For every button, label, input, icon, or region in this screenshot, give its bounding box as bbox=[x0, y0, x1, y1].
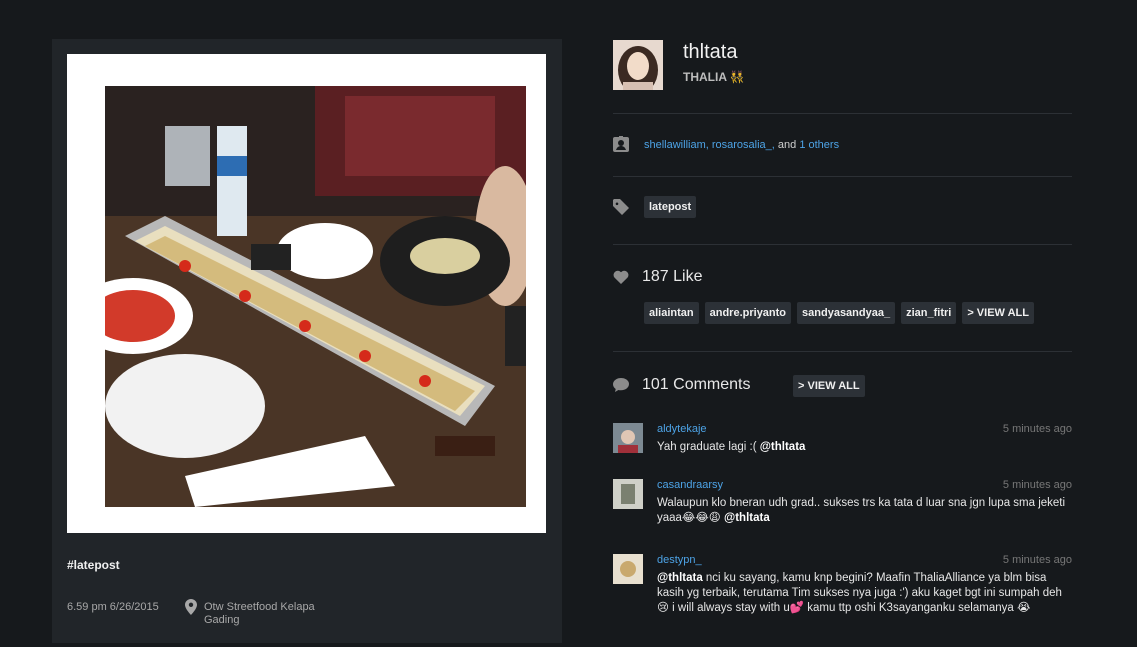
liker-chip[interactable]: zian_fitri bbox=[901, 302, 957, 324]
profile-fullname: THALIA 👯 bbox=[683, 70, 745, 84]
comment-time: 5 minutes ago bbox=[1002, 554, 1072, 566]
liker-chip[interactable]: aliaintan bbox=[644, 302, 699, 324]
comment-avatar-image bbox=[613, 479, 643, 509]
post-location[interactable]: Otw Streetfood Kelapa Gading bbox=[204, 601, 344, 627]
likes-view-all-button[interactable]: > VIEW ALL bbox=[962, 302, 1034, 324]
comment-body: nci ku sayang, kamu knp begini? Maafin T… bbox=[657, 572, 1062, 614]
comment-item: destypn_ 5 minutes ago @thltata nci ku s… bbox=[613, 554, 1072, 644]
person-badge-icon bbox=[613, 136, 629, 152]
tagged-user-link[interactable]: shellawilliam, bbox=[644, 139, 709, 151]
comments-view-all: > VIEW ALL bbox=[793, 375, 871, 397]
comment-body: Walaupun klo bneran udh grad.. sukses tr… bbox=[657, 497, 1066, 524]
heart-icon bbox=[613, 270, 629, 284]
tagged-user-link[interactable]: rosarosalia_, bbox=[712, 139, 775, 151]
comment-mention[interactable]: @thltata bbox=[657, 572, 703, 584]
post-details: thltata THALIA 👯 shellawilliam, rosarosa… bbox=[613, 0, 1072, 647]
post-panel: #latepost 6.59 pm 6/26/2015 Otw Streetfo… bbox=[52, 39, 562, 643]
likes-count: 187 Like bbox=[642, 268, 703, 285]
comment-time: 5 minutes ago bbox=[1002, 479, 1072, 491]
likers-list: aliaintan andre.priyanto sandyasandyaa_ zia… bbox=[644, 302, 1040, 324]
divider bbox=[613, 244, 1072, 245]
comment-text: Yah graduate lagi :( @thltata bbox=[657, 440, 1067, 455]
tag-icon bbox=[613, 199, 629, 215]
comment-username[interactable]: casandraarsy bbox=[657, 479, 723, 491]
comment-item: casandraarsy 5 minutes ago Walaupun klo … bbox=[613, 479, 1072, 539]
comment-avatar[interactable] bbox=[613, 554, 643, 584]
comment-avatar[interactable] bbox=[613, 423, 643, 453]
profile-username[interactable]: thltata bbox=[683, 41, 737, 64]
post-caption: #latepost bbox=[67, 558, 120, 572]
comment-avatar-image bbox=[613, 554, 643, 584]
liker-chip[interactable]: sandyasandyaa_ bbox=[797, 302, 896, 324]
comment-text: Walaupun klo bneran udh grad.. sukses tr… bbox=[657, 496, 1067, 526]
comments-view-all-button[interactable]: > VIEW ALL bbox=[793, 375, 865, 397]
comment-username[interactable]: destypn_ bbox=[657, 554, 702, 566]
comment-body: Yah graduate lagi :( bbox=[657, 441, 760, 453]
tagged-and: and bbox=[777, 139, 797, 151]
post-time: 6.59 pm 6/26/2015 bbox=[67, 601, 159, 613]
divider bbox=[613, 176, 1072, 177]
comment-avatar-image bbox=[613, 423, 643, 453]
comment-text: @thltata nci ku sayang, kamu knp begini?… bbox=[657, 571, 1067, 616]
hashtag-chip[interactable]: latepost bbox=[644, 196, 697, 218]
speech-bubble-icon bbox=[613, 378, 629, 392]
tagged-others-link[interactable]: 1 others bbox=[799, 139, 839, 151]
comment-time: 5 minutes ago bbox=[1002, 423, 1072, 435]
avatar-image bbox=[613, 40, 663, 90]
comment-mention[interactable]: @thltata bbox=[724, 512, 770, 524]
post-photo-illustration bbox=[105, 86, 526, 507]
hashtags: latepost bbox=[644, 196, 702, 218]
post-photo[interactable] bbox=[105, 86, 526, 507]
divider bbox=[613, 351, 1072, 352]
location-pin-icon bbox=[185, 599, 197, 615]
photo-frame bbox=[67, 54, 546, 533]
comment-avatar[interactable] bbox=[613, 479, 643, 509]
tagged-users: shellawilliam, rosarosalia_, and 1 other… bbox=[644, 139, 839, 151]
comment-item: aldytekaje 5 minutes ago Yah graduate la… bbox=[613, 423, 1072, 463]
divider bbox=[613, 113, 1072, 114]
liker-chip[interactable]: andre.priyanto bbox=[704, 302, 792, 324]
comment-mention[interactable]: @thltata bbox=[760, 441, 806, 453]
comment-username[interactable]: aldytekaje bbox=[657, 423, 707, 435]
comments-count: 101 Comments bbox=[642, 376, 751, 393]
avatar[interactable] bbox=[613, 40, 663, 90]
